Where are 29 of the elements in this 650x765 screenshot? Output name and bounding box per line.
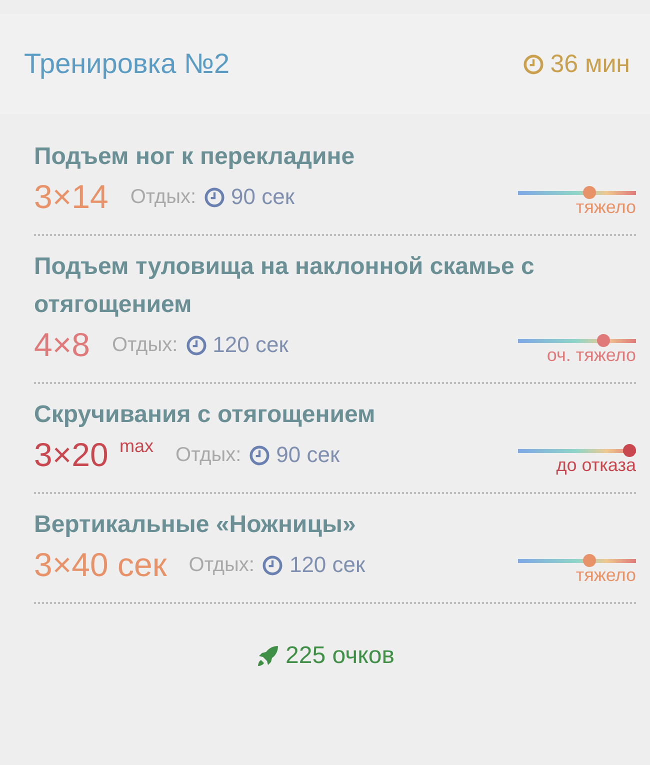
clock-icon bbox=[186, 334, 207, 356]
rest-time: 90 сек bbox=[276, 442, 340, 468]
workout-title: Тренировка №2 bbox=[24, 48, 230, 80]
rest-label: Отдых: bbox=[176, 444, 242, 466]
rest-time: 120 сек bbox=[289, 552, 366, 578]
clock-icon bbox=[204, 186, 225, 208]
rest-label: Отдых: bbox=[112, 334, 178, 356]
exercise-name: Подъем туловища на наклонной скамье с отягощением bbox=[34, 252, 536, 320]
sets-reps: 3×20 $^{max}$ bbox=[34, 436, 154, 474]
duration-text: 36 мин bbox=[550, 50, 630, 78]
points-text: 225 очков bbox=[286, 642, 394, 670]
clock-icon bbox=[249, 444, 270, 466]
exercise-name: Вертикальные «Ножницы» bbox=[34, 510, 357, 540]
intensity-label: тяжело bbox=[576, 564, 636, 586]
rest-label: Отдых: bbox=[188, 554, 254, 576]
clock-icon bbox=[262, 554, 284, 576]
clock-icon bbox=[523, 54, 544, 74]
intensity-label: до отказа bbox=[556, 454, 636, 476]
rocket-icon bbox=[256, 644, 280, 668]
exercise-name: Скручивания с отягощением bbox=[34, 400, 376, 430]
sets-reps: 3×14 bbox=[34, 178, 108, 216]
sets-reps: 4×8 bbox=[34, 326, 90, 364]
sets-reps: 3×40 сек bbox=[34, 546, 167, 584]
rest-time: 90 сек bbox=[231, 184, 294, 210]
rest-label: Отдых: bbox=[130, 186, 196, 208]
intensity-label: оч. тяжело bbox=[546, 344, 636, 366]
rest-time: 120 сек bbox=[212, 332, 288, 358]
exercise-name: Подъем ног к перекладине bbox=[34, 142, 356, 172]
intensity-label: тяжело bbox=[576, 196, 636, 218]
